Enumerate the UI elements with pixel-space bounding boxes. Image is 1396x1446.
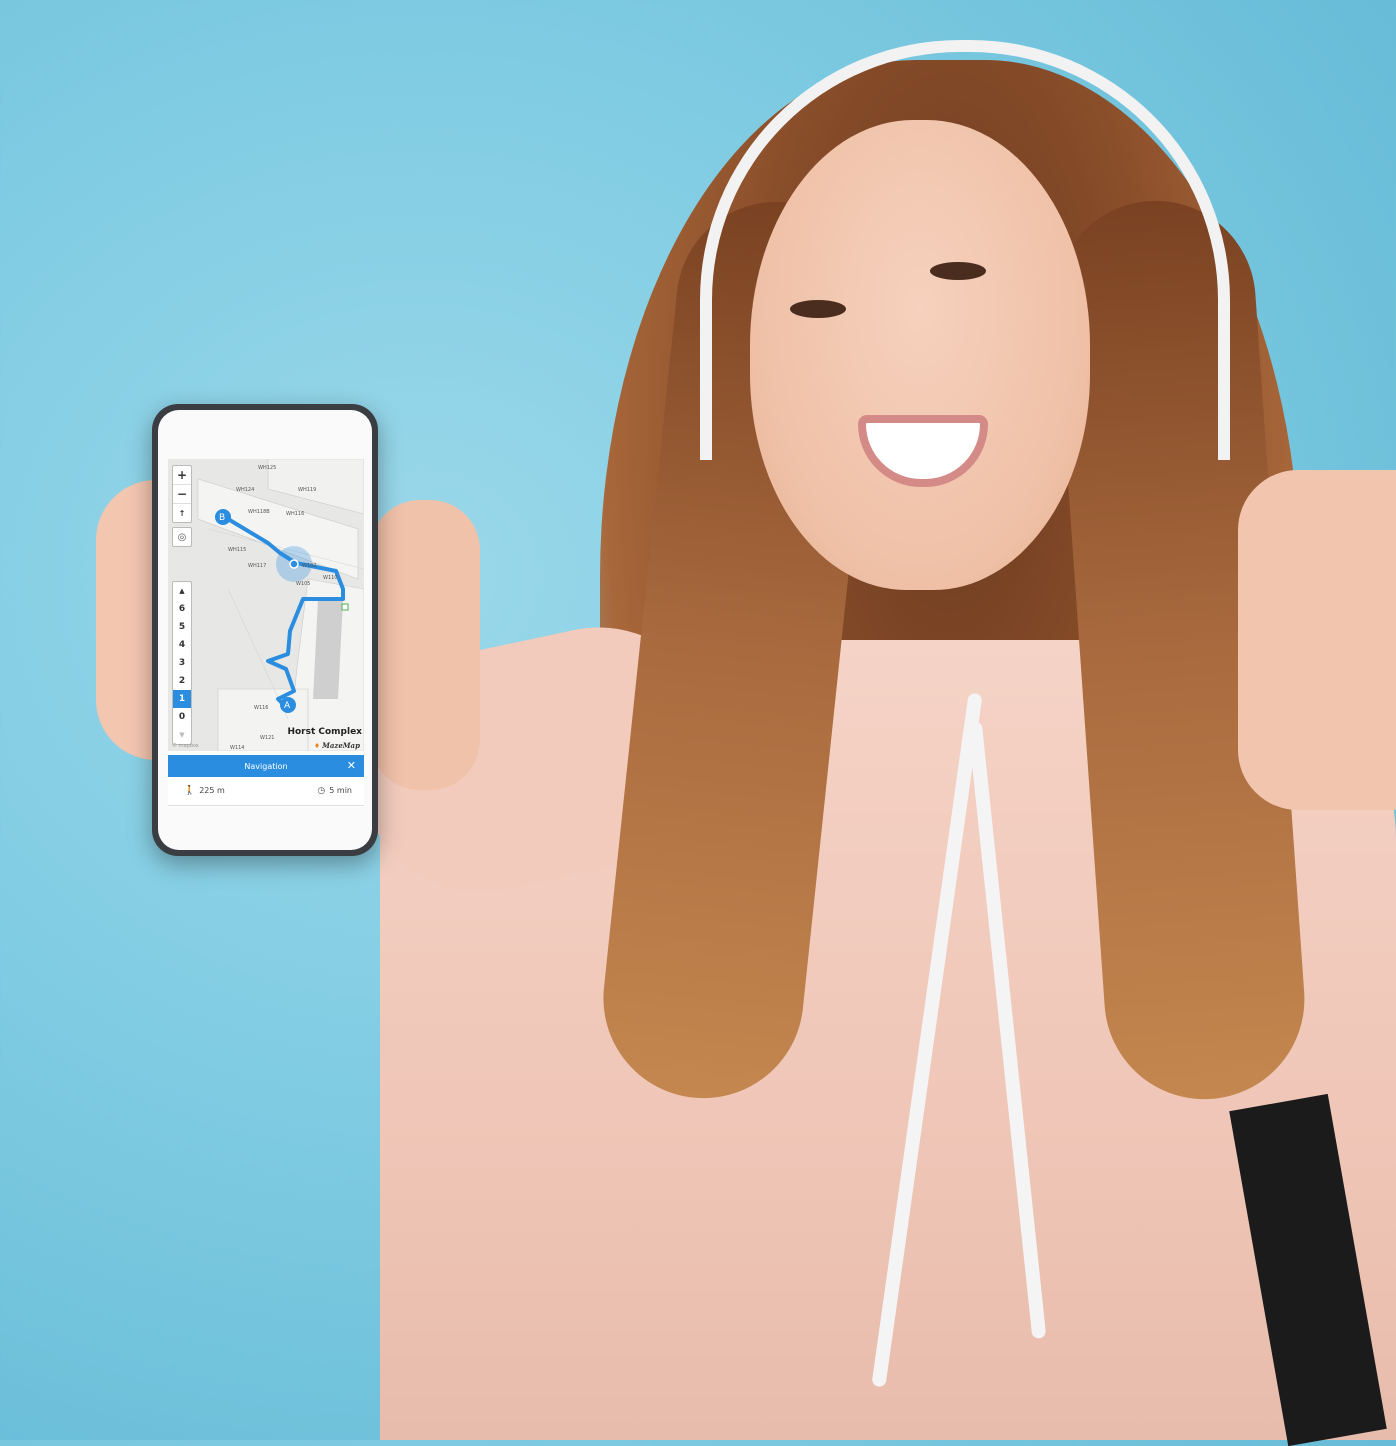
clock-icon: ◷: [317, 786, 326, 796]
floor-down-icon[interactable]: ▼: [173, 726, 191, 744]
room-label: WH116: [286, 511, 305, 517]
room-label: W121: [260, 735, 275, 741]
brand-logo: ♦ MazeMap: [314, 741, 360, 750]
face: [750, 120, 1090, 590]
building-name: Horst Complex: [287, 727, 362, 737]
room-label: W116: [254, 705, 269, 711]
smartphone: WH125 WH124 WH119 WH118B WH116 WH115 WH1…: [152, 404, 378, 856]
duration-value: 5 min: [329, 786, 352, 795]
floor-button-active[interactable]: 1: [173, 690, 191, 708]
locate-icon[interactable]: ◎: [172, 527, 192, 547]
navigation-header: Navigation ✕: [168, 755, 364, 777]
mazemap-icon: ♦: [313, 741, 321, 750]
walking-icon: 🚶: [184, 786, 196, 796]
room-label: WH117: [248, 563, 267, 569]
navigation-title: Navigation: [244, 761, 288, 771]
phone-screen: WH125 WH124 WH119 WH118B WH116 WH115 WH1…: [168, 459, 364, 807]
floor-up-icon[interactable]: ▲: [173, 582, 191, 600]
room-label: W102: [302, 563, 317, 569]
floor-button[interactable]: 0: [173, 708, 191, 726]
phone-face: WH125 WH124 WH119 WH118B WH116 WH115 WH1…: [158, 410, 372, 850]
photo-scene: WH125 WH124 WH119 WH118B WH116 WH115 WH1…: [0, 0, 1396, 1446]
room-label: WH118B: [248, 509, 270, 515]
distance-value: 225 m: [199, 786, 225, 795]
thumbs-up-hand: [1238, 470, 1396, 810]
room-label: W110: [323, 575, 338, 581]
close-icon[interactable]: ✕: [347, 759, 356, 772]
room-label: WH115: [228, 547, 247, 553]
compass-button[interactable]: ↑: [173, 504, 191, 522]
zoom-controls: + − ↑: [172, 465, 192, 523]
floor-button[interactable]: 4: [173, 636, 191, 654]
route-summary: 🚶 225 m ◷ 5 min: [168, 777, 364, 806]
floor-button[interactable]: 5: [173, 618, 191, 636]
route-distance: 🚶 225 m: [184, 786, 225, 796]
floor-button[interactable]: 3: [173, 654, 191, 672]
room-label: W114: [230, 745, 245, 751]
hand-fingers: [370, 500, 480, 790]
route-duration: ◷ 5 min: [317, 786, 352, 796]
eye-right: [930, 262, 986, 280]
floor-selector: ▲ 6 5 4 3 2 1 0 ▼: [172, 581, 192, 745]
eye-left: [790, 300, 846, 318]
indoor-map[interactable]: WH125 WH124 WH119 WH118B WH116 WH115 WH1…: [168, 459, 364, 751]
room-label: WH119: [298, 487, 317, 493]
floor-button[interactable]: 6: [173, 600, 191, 618]
room-label: W105: [296, 581, 311, 587]
brand-name: MazeMap: [322, 741, 360, 750]
map-attribution[interactable]: © mapbox: [172, 743, 199, 749]
zoom-out-button[interactable]: −: [173, 485, 191, 504]
floor-button[interactable]: 2: [173, 672, 191, 690]
route-end-marker[interactable]: B: [219, 513, 225, 523]
route-start-marker[interactable]: A: [284, 701, 290, 711]
room-label: WH124: [236, 487, 255, 493]
room-label: WH125: [258, 465, 277, 471]
zoom-in-button[interactable]: +: [173, 466, 191, 485]
